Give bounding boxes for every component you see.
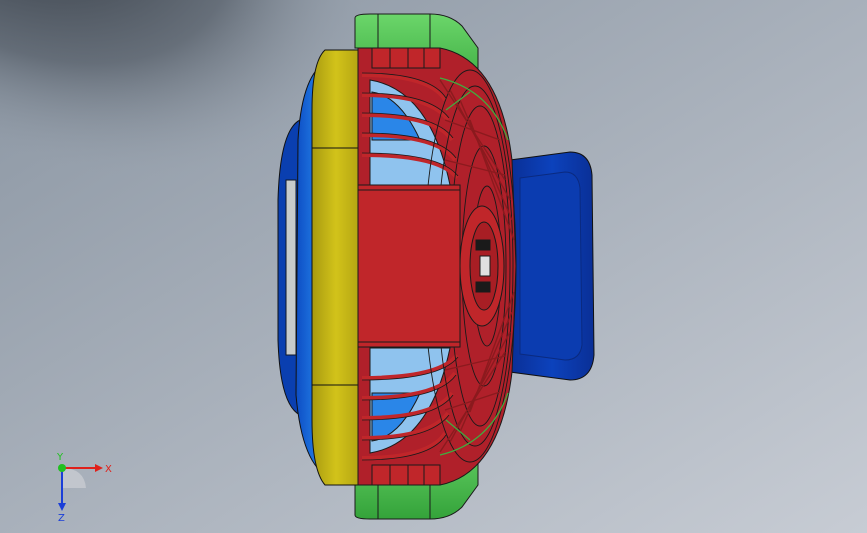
y-axis-dot: [58, 464, 66, 472]
3d-viewport[interactable]: X Y Z: [0, 0, 867, 533]
x-axis-label: X: [105, 464, 112, 475]
orientation-triad: X Y Z: [56, 452, 112, 523]
y-axis-label: Y: [56, 452, 64, 463]
blue-handle: [509, 151, 595, 381]
yellow-ring: [311, 49, 361, 486]
fan-model-render[interactable]: [0, 0, 867, 533]
triad-hub: [62, 468, 86, 488]
z-axis-label: Z: [58, 513, 65, 523]
fan-hub: [459, 205, 505, 327]
x-axis-arrow: [95, 464, 103, 472]
z-axis-arrow: [58, 503, 66, 511]
motor-block: [357, 184, 461, 348]
